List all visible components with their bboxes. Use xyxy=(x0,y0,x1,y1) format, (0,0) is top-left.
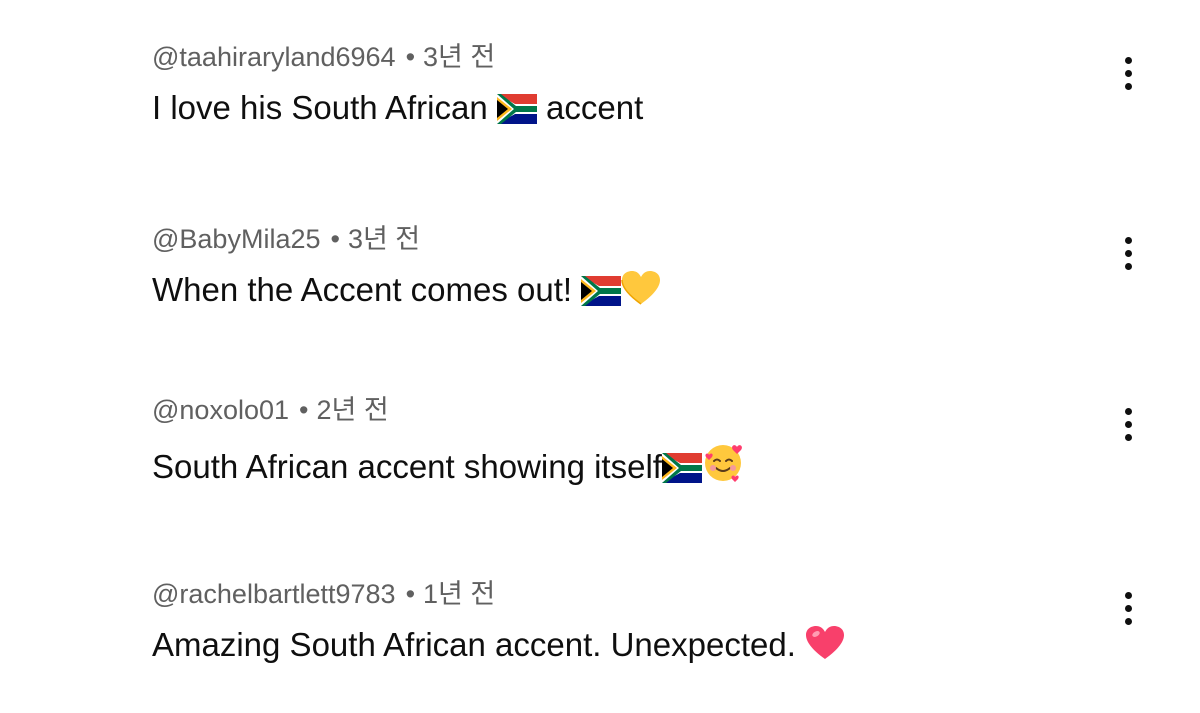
comment-item: @BabyMila25 • 3년 전 When the Accent comes o… xyxy=(0,222,1200,342)
comment-text: When the Accent comes out! xyxy=(152,270,661,315)
comment-text-part: Amazing South African accent. Unexpected… xyxy=(152,626,806,663)
comment-time[interactable]: 1년 전 xyxy=(423,579,495,609)
comment-meta: @noxolo01 • 2년 전 xyxy=(152,393,389,427)
comment-item: @noxolo01 • 2년 전 South African accent show… xyxy=(0,393,1200,513)
comment-author[interactable]: @BabyMila25 xyxy=(152,224,321,254)
more-options-icon[interactable] xyxy=(1110,401,1146,447)
smiling-face-with-hearts-icon xyxy=(702,441,744,492)
comment-author[interactable]: @taahiraryland6964 xyxy=(152,42,396,72)
yellow-heart-icon xyxy=(621,270,661,315)
comment-text-part: When the Accent comes out! xyxy=(152,271,582,308)
comment-time[interactable]: 2년 전 xyxy=(316,395,388,425)
meta-separator: • xyxy=(405,42,416,72)
red-heart-icon xyxy=(805,625,845,670)
meta-separator: • xyxy=(299,395,309,425)
south-africa-flag-icon xyxy=(496,93,537,133)
more-options-icon[interactable] xyxy=(1110,50,1146,96)
comment-time[interactable]: 3년 전 xyxy=(423,42,495,72)
comment-meta: @BabyMila25 • 3년 전 xyxy=(152,222,420,256)
comment-time[interactable]: 3년 전 xyxy=(348,224,420,254)
comment-text-part: I love his South African xyxy=(152,89,497,126)
comment-author[interactable]: @rachelbartlett9783 xyxy=(152,579,396,609)
comment-text-part: South African accent showing itself xyxy=(152,448,662,485)
comment-author[interactable]: @noxolo01 xyxy=(152,395,289,425)
comment-text: I love his South African accent xyxy=(152,88,643,133)
meta-separator: • xyxy=(405,579,416,609)
comment-item: @taahiraryland6964 • 3년 전 I love his South… xyxy=(0,40,1200,160)
comment-item: @rachelbartlett9783 • 1년 전 Amazing South A… xyxy=(0,577,1200,697)
comment-list: @taahiraryland6964 • 3년 전 I love his South… xyxy=(0,0,1200,713)
comment-text: South African accent showing itself xyxy=(152,441,744,492)
south-africa-flag-icon xyxy=(661,452,702,492)
comment-meta: @rachelbartlett9783 • 1년 전 xyxy=(152,577,495,611)
more-options-icon[interactable] xyxy=(1110,230,1146,276)
comment-text-part: accent xyxy=(536,89,644,126)
comment-text: Amazing South African accent. Unexpected… xyxy=(152,625,845,670)
comment-meta: @taahiraryland6964 • 3년 전 xyxy=(152,40,495,74)
more-options-icon[interactable] xyxy=(1110,585,1146,631)
meta-separator: • xyxy=(330,224,340,254)
south-africa-flag-icon xyxy=(581,275,622,315)
